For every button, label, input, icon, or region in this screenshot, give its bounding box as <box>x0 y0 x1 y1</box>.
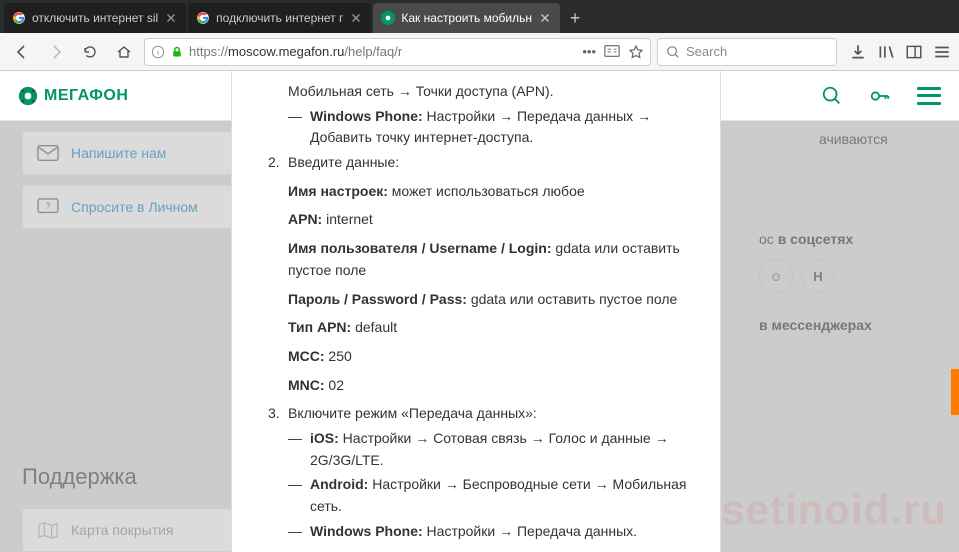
bookmark-star-icon[interactable] <box>628 44 644 60</box>
field-apn-type: Тип APN: default <box>288 317 690 339</box>
browser-tab[interactable]: отключить интернет sil <box>4 3 186 33</box>
field-mcc: MCC: 250 <box>288 346 690 368</box>
url-text: https://moscow.megafon.ru/help/faq/r <box>189 44 576 59</box>
tab-title: подключить интернет г <box>216 11 343 25</box>
apn-intro-remnant: Мобильная сеть → Точки доступа (APN). <box>288 81 690 103</box>
google-favicon <box>12 11 26 25</box>
field-password: Пароль / Password / Pass: gdata или оста… <box>288 289 690 311</box>
windows-phone-intro: Windows Phone: Настройки → Передача данн… <box>288 106 690 149</box>
downloads-icon[interactable] <box>849 43 867 61</box>
field-mnc: MNC: 02 <box>288 375 690 397</box>
tab-title: Как настроить мобильн <box>401 11 532 25</box>
home-button[interactable] <box>110 38 138 66</box>
field-username: Имя пользователя / Username / Login: gda… <box>288 238 690 281</box>
feedback-tab[interactable] <box>951 369 959 415</box>
new-tab-button[interactable]: + <box>560 3 590 33</box>
step3-ios: iOS: Настройки → Сотовая связь → Голос и… <box>288 428 690 471</box>
page-content: МЕГАФОН Напишите нам ? Спросите в Личном… <box>0 71 959 552</box>
back-button[interactable] <box>8 38 36 66</box>
search-icon[interactable] <box>821 85 843 107</box>
page-actions-icon[interactable]: ••• <box>582 44 596 60</box>
step-3: 3.Включите режим «Передача данных»: <box>288 403 690 425</box>
reload-button[interactable] <box>76 38 104 66</box>
browser-tab[interactable]: подключить интернет г <box>188 3 371 33</box>
url-bar[interactable]: https://moscow.megafon.ru/help/faq/r ••• <box>144 38 651 66</box>
key-login-icon[interactable] <box>869 85 891 107</box>
close-icon[interactable] <box>538 11 552 25</box>
google-favicon <box>196 11 210 25</box>
search-bar[interactable]: Search <box>657 38 837 66</box>
field-apn: APN: internet <box>288 209 690 231</box>
megafon-favicon <box>381 11 395 25</box>
faq-modal: Мобильная сеть → Точки доступа (APN). Wi… <box>232 71 720 552</box>
megafon-logo[interactable]: МЕГАФОН <box>18 86 128 106</box>
forward-button <box>42 38 70 66</box>
tab-title: отключить интернет sil <box>32 11 158 25</box>
step-2: 2.Введите данные: <box>288 152 690 174</box>
menu-icon[interactable] <box>933 43 951 61</box>
close-icon[interactable] <box>349 11 363 25</box>
browser-toolbar: https://moscow.megafon.ru/help/faq/r •••… <box>0 33 959 71</box>
lock-icon <box>171 45 183 59</box>
step3-android: Android: Настройки → Беспроводные сети →… <box>288 474 690 517</box>
sidebar-icon[interactable] <box>905 43 923 61</box>
megafon-logo-icon <box>18 86 38 106</box>
library-icon[interactable] <box>877 43 895 61</box>
browser-tab-active[interactable]: Как настроить мобильн <box>373 3 560 33</box>
browser-tab-strip: отключить интернет sil подключить интерн… <box>0 0 959 33</box>
close-icon[interactable] <box>164 11 178 25</box>
menu-burger-button[interactable] <box>917 87 941 105</box>
search-icon <box>666 45 680 59</box>
step3-wp: Windows Phone: Настройки → Передача данн… <box>288 521 690 543</box>
info-icon[interactable] <box>151 45 165 59</box>
reader-icon[interactable] <box>604 44 620 58</box>
search-placeholder: Search <box>686 44 727 59</box>
field-name: Имя настроек: может использоваться любое <box>288 181 690 203</box>
logo-text: МЕГАФОН <box>44 87 128 105</box>
